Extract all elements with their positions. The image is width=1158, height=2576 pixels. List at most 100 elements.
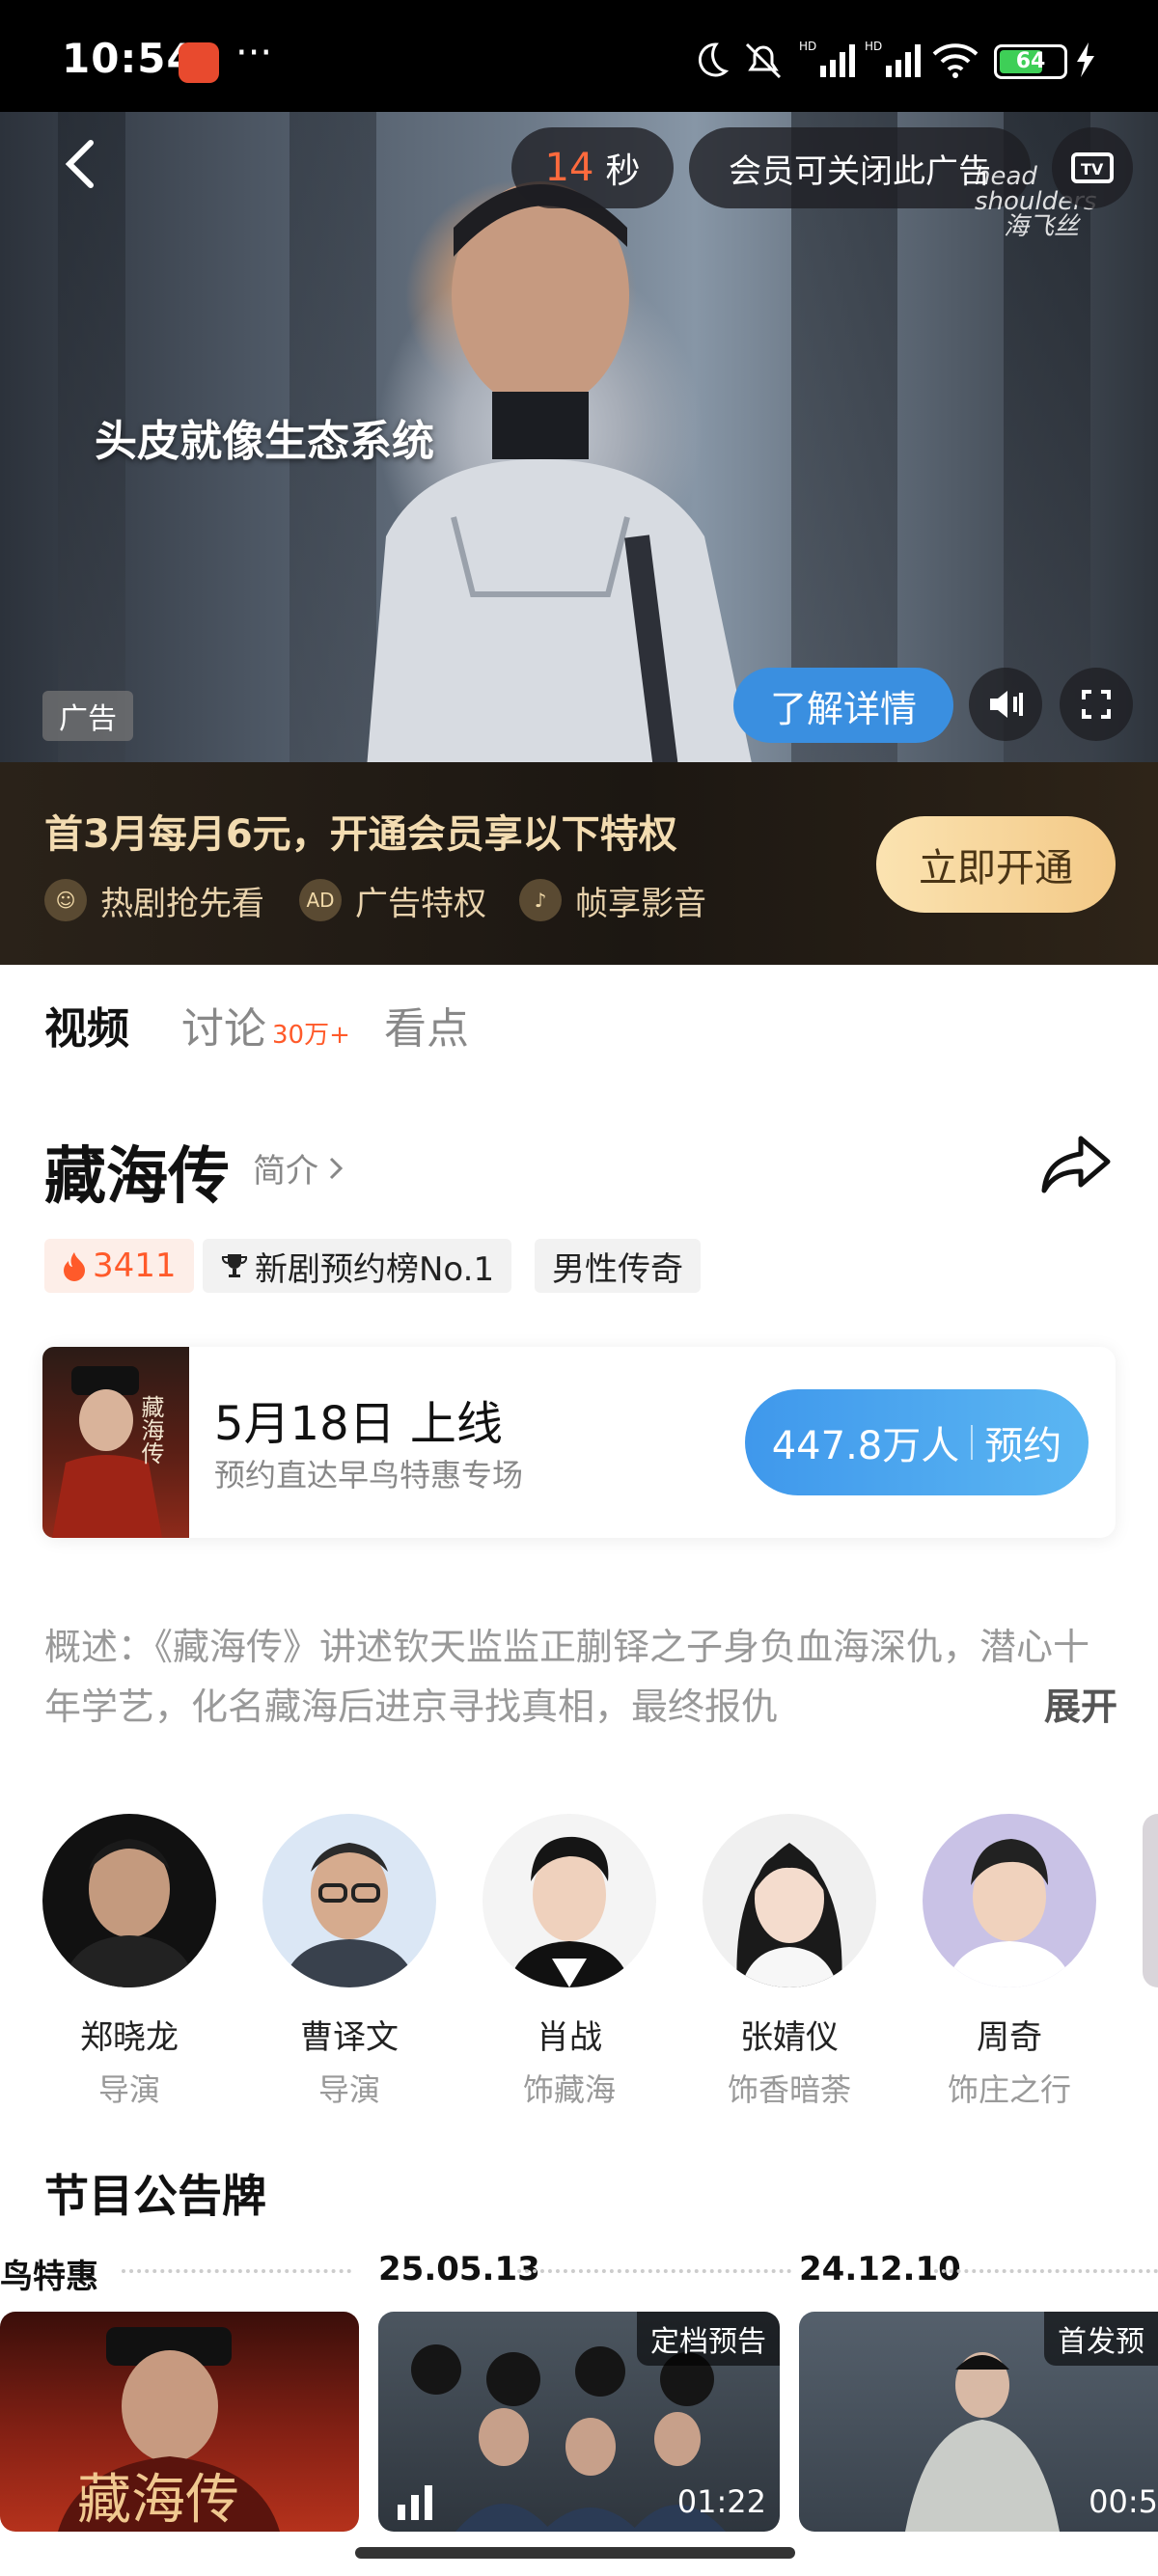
flame-icon xyxy=(64,1252,85,1281)
ad-subtitle: 头皮就像生态系统 xyxy=(95,417,434,466)
perk-label: 广告特权 xyxy=(355,884,486,923)
cast-name: 周奇 xyxy=(977,2018,1042,2057)
thumb-duration: 00:5 xyxy=(1089,2483,1158,2520)
thumb-badge: 首发预 xyxy=(1044,2312,1158,2366)
show-title: 藏海传 xyxy=(44,1141,230,1213)
tab-video[interactable]: 视频 xyxy=(44,994,129,1055)
timeline-dots xyxy=(934,2269,1158,2273)
wifi-icon xyxy=(932,43,979,78)
chevron-right-icon xyxy=(329,1157,344,1179)
cast-role: 导演 xyxy=(97,2071,160,2108)
battery-level: 64 xyxy=(1015,49,1046,73)
mute-bell-icon xyxy=(745,42,782,79)
svg-text:TV: TV xyxy=(1081,160,1104,178)
timeline-label: 鸟特惠 xyxy=(0,2258,98,2296)
cast-member[interactable]: 曹译文 导演 xyxy=(262,1814,436,2110)
bulletin-video-thumb[interactable]: 首发预 00:5 xyxy=(799,2312,1158,2532)
svg-text:HD: HD xyxy=(799,40,816,53)
cast-member[interactable]: 张婧仪 饰香暗荼 xyxy=(703,1814,876,2110)
home-indicator[interactable] xyxy=(355,2547,795,2559)
bulletin-title: 节目公告牌 xyxy=(44,2170,266,2222)
show-poster: 藏海传 xyxy=(42,1347,189,1538)
volume-button[interactable] xyxy=(969,668,1042,741)
release-date: 5月18日 上线 xyxy=(214,1397,503,1451)
cast-name: 郑晓龙 xyxy=(80,2018,179,2057)
battery-icon: 64 xyxy=(994,44,1067,79)
timeline-dots xyxy=(122,2269,351,2273)
heat-tag: 3411 xyxy=(44,1239,194,1293)
poster-art: 藏海传 xyxy=(52,1366,164,1538)
speaker-icon xyxy=(990,691,1023,718)
perk-label: 热剧抢先看 xyxy=(100,884,264,923)
audio-icon: ♪ xyxy=(519,879,562,921)
more-notifications-icon: ··· xyxy=(235,31,273,75)
heat-value: 3411 xyxy=(93,1247,177,1285)
vip-open-button[interactable]: 立即开通 xyxy=(876,816,1116,913)
avatar xyxy=(703,1814,876,1987)
thumb-duration: 01:22 xyxy=(676,2483,766,2520)
perk-label: 帧享影音 xyxy=(575,884,706,923)
cast-role: 饰庄之行 xyxy=(947,2071,1071,2108)
tv-icon: TV xyxy=(1071,152,1114,183)
reserve-count: 447.8万人 xyxy=(771,1424,960,1468)
ranking-label: 新剧预约榜No.1 xyxy=(255,1249,495,1289)
vip-perk-audio: ♪ 帧享影音 xyxy=(519,876,706,924)
signal-hd-icon-2: HD xyxy=(865,40,921,77)
avatar xyxy=(923,1814,1096,1987)
app-notification-icon xyxy=(179,42,219,83)
cast-name: 张婧仪 xyxy=(740,2018,839,2057)
expand-button[interactable]: 展开 xyxy=(1033,1677,1118,1730)
cast-tv-button[interactable]: TV xyxy=(1052,127,1133,208)
cast-member[interactable]: 郑晓龙 导演 xyxy=(42,1814,216,2110)
timeline-label: 25.05.13 xyxy=(378,2250,540,2288)
bulletin-video-thumb[interactable]: 藏海传 xyxy=(0,2312,359,2532)
video-player[interactable]: 头皮就像生态系统 14 秒 会员可关闭此广告 head shoulders 海飞… xyxy=(0,112,1158,762)
timeline-dots xyxy=(517,2269,791,2273)
learn-more-button[interactable]: 了解详情 xyxy=(733,668,953,743)
tab-highlights[interactable]: 看点 xyxy=(384,994,469,1055)
countdown-unit: 秒 xyxy=(605,151,641,191)
cast-name: 肖战 xyxy=(537,2018,602,2057)
moon-icon xyxy=(698,42,730,77)
cast-role: 饰藏海 xyxy=(522,2071,616,2108)
cast-next-avatar-peek[interactable] xyxy=(1143,1814,1158,1987)
genre-tag[interactable]: 男性传奇 xyxy=(535,1239,701,1293)
avatar xyxy=(482,1814,656,1987)
intro-label: 简介 xyxy=(253,1152,318,1191)
brand-cn: 海飞丝 xyxy=(1004,212,1080,241)
vip-promo-title: 首3月每月6元，开通会员享以下特权 xyxy=(44,812,677,857)
poster-title: 藏海传 xyxy=(137,1395,164,1465)
bulletin-video-thumb[interactable]: 定档预告 01:22 xyxy=(378,2312,780,2532)
back-button[interactable] xyxy=(54,135,112,193)
reserve-label: 预约 xyxy=(984,1424,1062,1468)
ad-countdown: 14 秒 xyxy=(511,127,674,208)
cast-name: 曹译文 xyxy=(300,2018,399,2057)
reserve-button[interactable]: 447.8万人 预约 xyxy=(745,1389,1089,1495)
cast-role: 饰香暗荼 xyxy=(727,2071,851,2108)
avatar xyxy=(262,1814,436,1987)
synopsis-text: 概述：《藏海传》讲述钦天监监正蒯铎之子身负血海深仇，潜心十年学艺，化名藏海后进京… xyxy=(44,1626,1090,1728)
intro-link[interactable]: 简介 xyxy=(253,1144,345,1192)
cast-member[interactable]: 周奇 饰庄之行 xyxy=(923,1814,1096,2110)
genre-label: 男性传奇 xyxy=(552,1249,683,1289)
ad-label: 广告 xyxy=(42,691,133,741)
avatar xyxy=(42,1814,216,1987)
trophy-icon xyxy=(221,1254,248,1277)
divider xyxy=(971,1425,974,1460)
discuss-count-badge: 30万+ xyxy=(272,1021,350,1050)
thumb-badge: 定档预告 xyxy=(637,2312,780,2366)
drama-icon: ☺ xyxy=(44,879,87,921)
thumb-caption: 藏海传 xyxy=(77,2469,239,2532)
fullscreen-button[interactable] xyxy=(1060,668,1133,741)
charging-icon xyxy=(1077,42,1094,77)
status-time: 10:54 xyxy=(62,35,196,82)
ranking-tag[interactable]: 新剧预约榜No.1 xyxy=(203,1239,512,1293)
vip-perk-drama: ☺ 热剧抢先看 xyxy=(44,876,264,924)
svg-text:HD: HD xyxy=(865,40,882,53)
cast-member[interactable]: 肖战 饰藏海 xyxy=(482,1814,656,2110)
status-bar: 10:54 ··· HD HD 64 xyxy=(0,0,1158,112)
release-subtitle: 预约直达早鸟特惠专场 xyxy=(214,1457,524,1494)
share-button[interactable] xyxy=(1036,1123,1116,1202)
signal-hd-icon: HD xyxy=(799,40,855,77)
tab-discuss[interactable]: 讨论 xyxy=(181,994,266,1055)
